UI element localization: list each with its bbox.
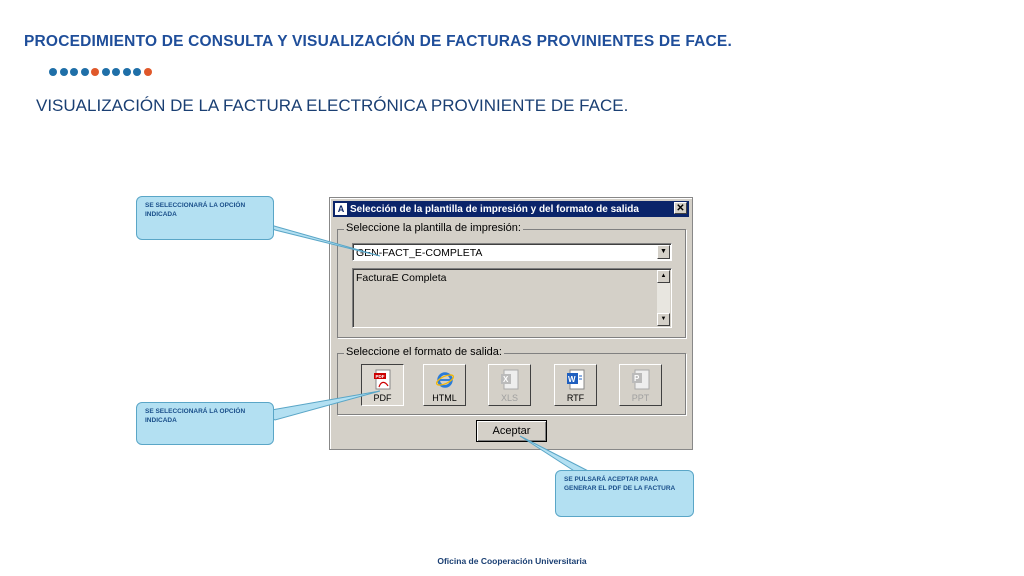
pdf-icon: PDF	[373, 369, 393, 391]
decorative-dot	[122, 68, 131, 76]
template-description-text: FacturaE Completa	[356, 272, 447, 284]
svg-text:P: P	[634, 374, 640, 383]
format-xls-button[interactable]: X XLS	[488, 364, 531, 406]
decorative-dot	[80, 68, 89, 76]
section-subtitle: VISUALIZACIÓN DE LA FACTURA ELECTRÓNICA …	[36, 96, 629, 115]
powerpoint-icon: P	[631, 369, 651, 391]
word-icon: W	[566, 369, 586, 391]
dialog-titlebar[interactable]: A Selección de la plantilla de impresión…	[333, 201, 689, 217]
format-pdf-button[interactable]: PDF PDF	[361, 364, 404, 406]
excel-icon: X	[500, 369, 520, 391]
svg-text:PDF: PDF	[375, 374, 384, 379]
chevron-down-icon[interactable]: ▼	[657, 245, 670, 259]
decorative-dot	[59, 68, 68, 76]
decorative-dot	[112, 68, 120, 76]
format-callout: SE SELECCIONARÁ LA OPCIÓN INDICADA	[136, 402, 274, 445]
template-callout: SE SELECCIONARÁ LA OPCIÓN INDICADA	[136, 196, 274, 240]
format-html-button[interactable]: HTML	[423, 364, 466, 406]
internet-explorer-icon	[435, 369, 455, 391]
close-button[interactable]: ✕	[674, 202, 687, 214]
format-ppt-button[interactable]: P PPT	[619, 364, 662, 406]
accept-button[interactable]: Aceptar	[476, 420, 547, 442]
decorative-dot	[143, 68, 152, 76]
decorative-dot	[70, 68, 78, 76]
format-xls-label: XLS	[500, 393, 518, 403]
format-group-label: Seleccione el formato de salida:	[344, 346, 504, 358]
decorative-dots	[49, 68, 152, 76]
template-select[interactable]: GEN-FACT_E-COMPLETA ▼	[352, 243, 672, 261]
format-rtf-button[interactable]: W RTF	[554, 364, 597, 406]
app-icon: A	[335, 203, 347, 215]
format-ppt-label: PPT	[631, 393, 650, 403]
scroll-down-icon[interactable]: ▼	[657, 313, 670, 326]
decorative-dot	[133, 68, 141, 76]
dialog-title: Selección de la plantilla de impresión y…	[350, 203, 639, 215]
svg-text:X: X	[503, 375, 509, 384]
template-description[interactable]: FacturaE Completa ▲ ▼	[352, 268, 672, 328]
decorative-dot	[49, 68, 57, 76]
format-rtf-label: RTF	[566, 393, 585, 403]
footer-text: Oficina de Cooperación Universitaria	[437, 556, 587, 566]
decorative-dot	[91, 68, 99, 76]
format-pdf-label: PDF	[373, 393, 392, 403]
template-select-value: GEN-FACT_E-COMPLETA	[356, 247, 483, 259]
template-group-label: Seleccione la plantilla de impresión:	[344, 222, 523, 234]
svg-text:W: W	[568, 375, 576, 384]
format-html-label: HTML	[432, 393, 457, 403]
accept-callout: SE PULSARÁ ACEPTAR PARA GENERAR EL PDF D…	[555, 470, 694, 517]
decorative-dot	[101, 68, 110, 76]
description-scrollbar[interactable]: ▲ ▼	[657, 270, 670, 326]
page-title: PROCEDIMIENTO DE CONSULTA Y VISUALIZACIÓ…	[24, 33, 732, 50]
scroll-up-icon[interactable]: ▲	[657, 270, 670, 283]
